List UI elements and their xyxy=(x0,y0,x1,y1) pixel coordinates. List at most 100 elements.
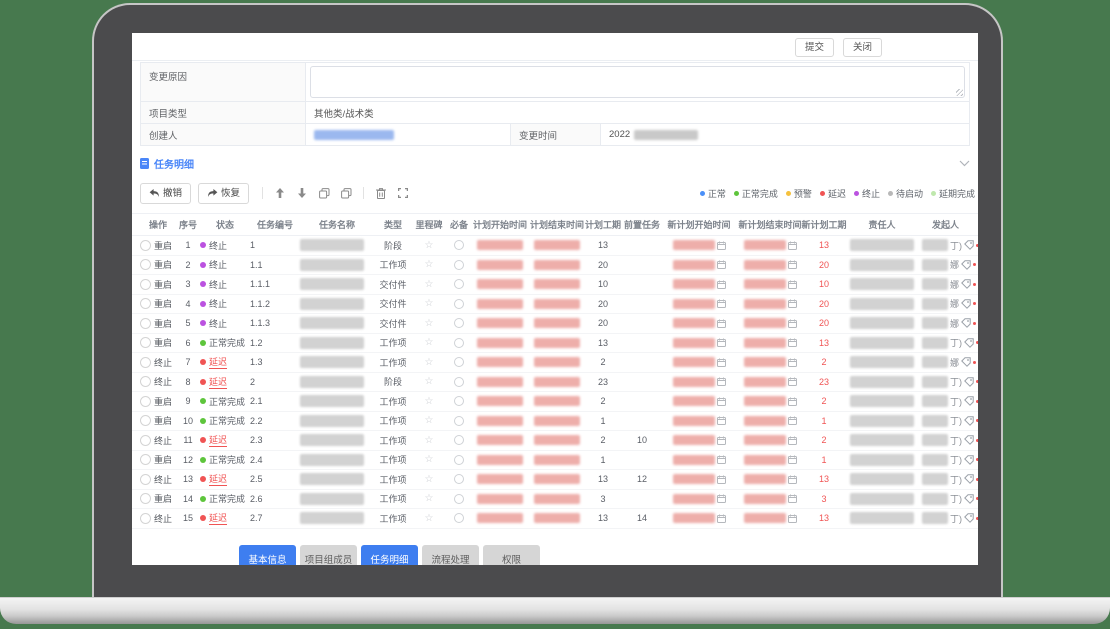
milestone-star-icon[interactable]: ☆ xyxy=(425,259,434,270)
row-action-link[interactable]: 终止 xyxy=(154,434,172,447)
row-action-link[interactable]: 重启 xyxy=(154,258,172,271)
duplicate-icon[interactable] xyxy=(337,184,355,202)
milestone-star-icon[interactable]: ☆ xyxy=(425,298,434,309)
row-radio[interactable] xyxy=(140,240,151,251)
table-row[interactable]: 重启 6 正常完成 1.2 工作项 ☆ 13 13 丁) xyxy=(132,334,978,354)
milestone-star-icon[interactable]: ☆ xyxy=(425,474,434,485)
calendar-icon[interactable] xyxy=(788,416,797,425)
table-row[interactable]: 重启 4 终止 1.1.2 交付件 ☆ 20 20 娜 xyxy=(132,295,978,315)
required-radio-icon[interactable] xyxy=(454,357,464,367)
calendar-icon[interactable] xyxy=(717,338,726,347)
row-radio[interactable] xyxy=(140,279,151,290)
row-radio[interactable] xyxy=(140,415,151,426)
row-action-link[interactable]: 重启 xyxy=(154,336,172,349)
required-radio-icon[interactable] xyxy=(454,240,464,250)
milestone-star-icon[interactable]: ☆ xyxy=(425,279,434,290)
required-radio-icon[interactable] xyxy=(454,260,464,270)
calendar-icon[interactable] xyxy=(788,377,797,386)
row-action-link[interactable]: 重启 xyxy=(154,453,172,466)
row-action-link[interactable]: 终止 xyxy=(154,375,172,388)
tag-icon[interactable] xyxy=(961,279,971,289)
tag-icon[interactable] xyxy=(961,299,971,309)
close-button[interactable]: 关闭 xyxy=(843,38,882,57)
row-action-link[interactable]: 终止 xyxy=(154,473,172,486)
required-radio-icon[interactable] xyxy=(454,455,464,465)
required-radio-icon[interactable] xyxy=(454,318,464,328)
row-radio[interactable] xyxy=(140,474,151,485)
row-radio[interactable] xyxy=(140,435,151,446)
bottom-tab[interactable]: 项目组成员 xyxy=(300,545,357,565)
required-radio-icon[interactable] xyxy=(454,474,464,484)
tag-icon[interactable] xyxy=(964,494,974,504)
calendar-icon[interactable] xyxy=(788,494,797,503)
calendar-icon[interactable] xyxy=(788,455,797,464)
tag-icon[interactable] xyxy=(964,240,974,250)
calendar-icon[interactable] xyxy=(788,319,797,328)
calendar-icon[interactable] xyxy=(717,377,726,386)
milestone-star-icon[interactable]: ☆ xyxy=(425,493,434,504)
row-radio[interactable] xyxy=(140,337,151,348)
row-action-link[interactable]: 重启 xyxy=(154,239,172,252)
redo-button[interactable]: 恢复 xyxy=(198,183,249,204)
table-row[interactable]: 终止 13 延迟 2.5 工作项 ☆ 13 12 13 丁) xyxy=(132,470,978,490)
milestone-star-icon[interactable]: ☆ xyxy=(425,435,434,446)
calendar-icon[interactable] xyxy=(788,436,797,445)
creator-value-redacted[interactable] xyxy=(314,130,394,140)
row-action-link[interactable]: 重启 xyxy=(154,317,172,330)
undo-button[interactable]: 撤销 xyxy=(140,183,191,204)
calendar-icon[interactable] xyxy=(717,260,726,269)
tag-icon[interactable] xyxy=(961,357,971,367)
calendar-icon[interactable] xyxy=(717,241,726,250)
row-radio[interactable] xyxy=(140,259,151,270)
calendar-icon[interactable] xyxy=(717,397,726,406)
chevron-down-icon[interactable] xyxy=(959,160,970,167)
table-row[interactable]: 重启 2 终止 1.1 工作项 ☆ 20 20 娜 xyxy=(132,256,978,276)
table-row[interactable]: 重启 1 终止 1 阶段 ☆ 13 13 丁) xyxy=(132,236,978,256)
milestone-star-icon[interactable]: ☆ xyxy=(425,454,434,465)
tag-icon[interactable] xyxy=(961,260,971,270)
row-radio[interactable] xyxy=(140,493,151,504)
required-radio-icon[interactable] xyxy=(454,396,464,406)
milestone-star-icon[interactable]: ☆ xyxy=(425,513,434,524)
calendar-icon[interactable] xyxy=(788,260,797,269)
calendar-icon[interactable] xyxy=(717,475,726,484)
change-reason-textarea[interactable] xyxy=(310,66,965,98)
move-down-icon[interactable] xyxy=(293,184,311,202)
row-action-link[interactable]: 终止 xyxy=(154,356,172,369)
table-row[interactable]: 重启 14 正常完成 2.6 工作项 ☆ 3 3 丁) xyxy=(132,490,978,510)
calendar-icon[interactable] xyxy=(717,319,726,328)
row-radio[interactable] xyxy=(140,376,151,387)
required-radio-icon[interactable] xyxy=(454,299,464,309)
tag-icon[interactable] xyxy=(964,513,974,523)
row-radio[interactable] xyxy=(140,298,151,309)
tag-icon[interactable] xyxy=(964,338,974,348)
tag-icon[interactable] xyxy=(964,455,974,465)
calendar-icon[interactable] xyxy=(788,241,797,250)
table-row[interactable]: 重启 5 终止 1.1.3 交付件 ☆ 20 20 娜 xyxy=(132,314,978,334)
milestone-star-icon[interactable]: ☆ xyxy=(425,240,434,251)
milestone-star-icon[interactable]: ☆ xyxy=(425,357,434,368)
task-detail-section-header[interactable]: 任务明细 xyxy=(140,154,970,172)
bottom-tab[interactable]: 流程处理 xyxy=(422,545,479,565)
calendar-icon[interactable] xyxy=(717,455,726,464)
table-row[interactable]: 终止 7 延迟 1.3 工作项 ☆ 2 2 娜 xyxy=(132,353,978,373)
tag-icon[interactable] xyxy=(964,377,974,387)
required-radio-icon[interactable] xyxy=(454,513,464,523)
tag-icon[interactable] xyxy=(961,318,971,328)
tag-icon[interactable] xyxy=(964,435,974,445)
required-radio-icon[interactable] xyxy=(454,494,464,504)
textarea-resize-handle[interactable] xyxy=(956,89,963,96)
table-row[interactable]: 重启 12 正常完成 2.4 工作项 ☆ 1 1 丁) xyxy=(132,451,978,471)
row-action-link[interactable]: 重启 xyxy=(154,395,172,408)
milestone-star-icon[interactable]: ☆ xyxy=(425,415,434,426)
table-row[interactable]: 重启 10 正常完成 2.2 工作项 ☆ 1 1 丁) xyxy=(132,412,978,432)
required-radio-icon[interactable] xyxy=(454,416,464,426)
calendar-icon[interactable] xyxy=(788,397,797,406)
delete-icon[interactable] xyxy=(372,184,390,202)
required-radio-icon[interactable] xyxy=(454,435,464,445)
copy-icon[interactable] xyxy=(315,184,333,202)
calendar-icon[interactable] xyxy=(788,514,797,523)
bottom-tab[interactable]: 任务明细 xyxy=(361,545,418,565)
calendar-icon[interactable] xyxy=(717,299,726,308)
row-action-link[interactable]: 重启 xyxy=(154,297,172,310)
